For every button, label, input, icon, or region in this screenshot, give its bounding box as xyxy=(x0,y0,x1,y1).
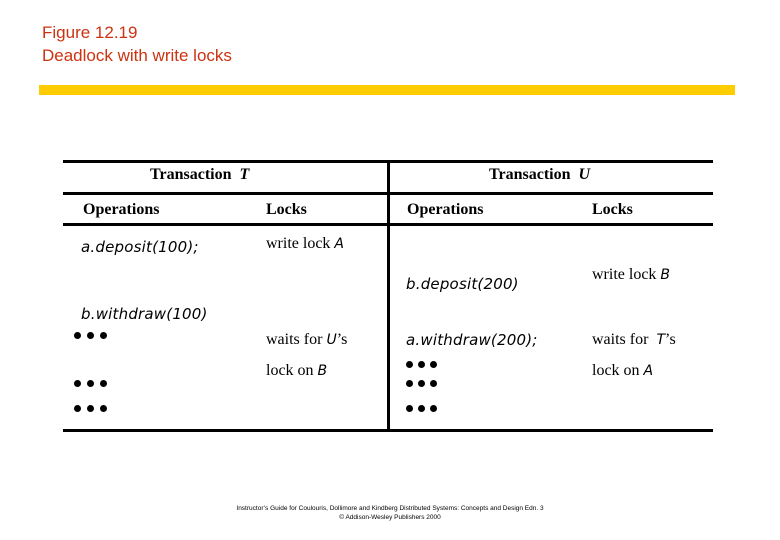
t-operation-deposit: a.deposit(100); xyxy=(81,238,199,256)
transaction-t-label: Transaction xyxy=(150,166,232,183)
lock-object: B xyxy=(660,267,671,283)
lock-text: lock on xyxy=(266,362,314,379)
u-locks-header: Locks xyxy=(592,201,633,218)
title-divider-bar xyxy=(39,85,735,95)
t-lock-write-a: write lock A xyxy=(266,235,344,253)
footer-copyright: © Addison-Wesley Publishers 2000 xyxy=(339,514,441,521)
t-operation-withdraw: b.withdraw(100) xyxy=(81,305,208,323)
u-lock-waits: waits for T’s xyxy=(592,331,676,349)
possessive: ’s xyxy=(665,331,676,348)
t-operations-header: Operations xyxy=(83,201,160,218)
dot xyxy=(87,405,94,412)
transaction-divider xyxy=(387,160,390,432)
u-operations-header: Operations xyxy=(407,201,484,218)
u-ellipsis-3 xyxy=(406,405,437,412)
t-lock-waits: waits for U’s xyxy=(266,331,347,349)
t-ellipsis-2 xyxy=(74,380,107,387)
dot xyxy=(74,405,81,412)
lock-text: waits for xyxy=(266,331,323,348)
dot xyxy=(406,380,413,387)
lock-holder: T xyxy=(656,332,665,348)
lock-holder: U xyxy=(326,332,337,348)
dot xyxy=(418,405,425,412)
figure-title: Deadlock with write locks xyxy=(42,46,232,65)
dot xyxy=(100,380,107,387)
dot xyxy=(430,380,437,387)
transaction-u-label: Transaction xyxy=(489,166,571,183)
dot xyxy=(87,332,94,339)
dot xyxy=(100,405,107,412)
u-lock-write-b: write lock B xyxy=(592,266,670,284)
dot xyxy=(418,380,425,387)
transaction-t-name: T xyxy=(239,166,250,183)
lock-text: write lock xyxy=(592,266,657,283)
dot xyxy=(87,380,94,387)
dot xyxy=(406,405,413,412)
figure-number: Figure 12.19 xyxy=(42,23,138,42)
lock-text: write lock xyxy=(266,235,331,252)
dot xyxy=(74,380,81,387)
u-ellipsis-2 xyxy=(406,380,437,387)
dot xyxy=(430,405,437,412)
t-ellipsis-1 xyxy=(74,332,107,339)
t-lock-on-b: lock on B xyxy=(266,362,327,380)
dot xyxy=(406,361,413,368)
lock-text: waits for xyxy=(592,331,649,348)
dot xyxy=(100,332,107,339)
t-ellipsis-3 xyxy=(74,405,107,412)
dot xyxy=(74,332,81,339)
u-lock-on-a: lock on A xyxy=(592,362,653,380)
lock-object: B xyxy=(317,363,328,379)
u-ellipsis-1 xyxy=(406,361,437,368)
u-operation-withdraw: a.withdraw(200); xyxy=(406,331,538,349)
lock-object: A xyxy=(643,363,654,379)
lock-object: A xyxy=(334,236,344,252)
dot xyxy=(418,361,425,368)
u-operation-deposit: b.deposit(200) xyxy=(406,275,519,293)
dot xyxy=(430,361,437,368)
transaction-u-name: U xyxy=(578,166,591,183)
lock-text: lock on xyxy=(592,362,640,379)
transaction-t-header: Transaction T xyxy=(150,166,249,184)
transaction-u-header: Transaction U xyxy=(489,166,590,184)
footer-citation: Instructor’s Guide for Coulouris, Dollim… xyxy=(236,505,544,512)
t-locks-header: Locks xyxy=(266,201,307,218)
possessive: ’s xyxy=(336,331,348,348)
